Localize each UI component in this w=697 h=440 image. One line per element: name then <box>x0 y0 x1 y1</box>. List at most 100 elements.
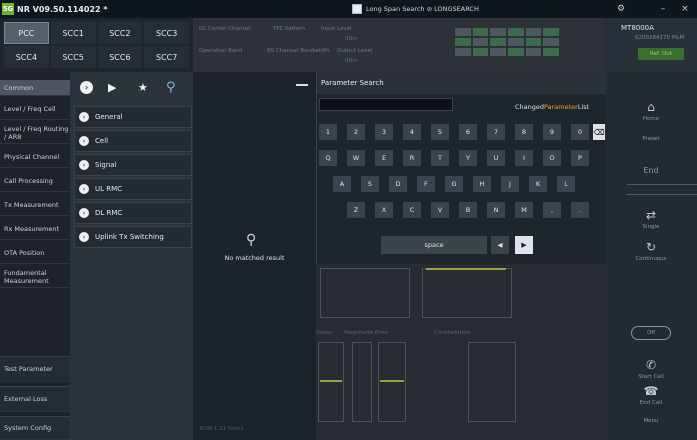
key-k[interactable]: K <box>529 176 547 192</box>
category-external-loss[interactable]: External Loss <box>0 386 70 412</box>
category-tx-measurement[interactable]: Tx Measurement <box>0 194 70 216</box>
play-list-icon[interactable]: ▶ <box>108 79 116 95</box>
right-arrow-key[interactable]: ▶ <box>515 236 533 254</box>
tab-scc4[interactable]: SCC4 <box>4 46 49 68</box>
key-p[interactable]: P <box>571 150 589 166</box>
key-e[interactable]: E <box>375 150 393 166</box>
key-f[interactable]: F <box>417 176 435 192</box>
off-toggle[interactable]: Off <box>631 326 671 340</box>
key-comma[interactable]: , <box>543 202 561 218</box>
key-z[interactable]: Z <box>347 202 365 218</box>
tab-scc1[interactable]: SCC1 <box>50 22 96 44</box>
key-a[interactable]: A <box>333 176 351 192</box>
end-button[interactable]: End <box>605 166 697 175</box>
key-6[interactable]: 6 <box>459 124 477 140</box>
end-call-button[interactable]: ☎ End Call <box>605 384 697 406</box>
gear-icon[interactable]: ⚙ <box>613 2 629 16</box>
category-physical-channel[interactable]: Physical Channel <box>0 146 70 168</box>
chevron-right-icon[interactable]: › <box>80 79 93 95</box>
submenu-item-signal[interactable]: › Signal <box>74 154 192 176</box>
tab-scc3[interactable]: SCC3 <box>144 22 189 44</box>
backspace-key[interactable]: ⌫ <box>593 124 605 140</box>
key-d[interactable]: D <box>389 176 407 192</box>
parameter-search-input[interactable] <box>319 98 453 111</box>
key-c[interactable]: C <box>403 202 421 218</box>
category-call-processing[interactable]: Call Processing <box>0 170 70 192</box>
continuous-button[interactable]: ↻ Continuous <box>605 240 697 262</box>
tab-scc2[interactable]: SCC2 <box>97 22 143 44</box>
key-m[interactable]: M <box>515 202 533 218</box>
key-4[interactable]: 4 <box>403 124 421 140</box>
key-5[interactable]: 5 <box>431 124 449 140</box>
menu-button[interactable]: Menu <box>605 418 697 424</box>
category-level-freq-routing[interactable]: Level / Freq Routing / AR8 <box>0 122 70 144</box>
key-v[interactable]: V <box>431 202 449 218</box>
key-3[interactable]: 3 <box>375 124 393 140</box>
left-arrow-key[interactable]: ◀ <box>491 236 509 254</box>
key-0[interactable]: 0 <box>571 124 589 140</box>
key-w[interactable]: W <box>347 150 365 166</box>
preset-label: Preset <box>642 136 660 142</box>
key-l[interactable]: L <box>557 176 575 192</box>
category-test-parameter[interactable]: Test Parameter <box>0 356 70 382</box>
key-h[interactable]: H <box>473 176 491 192</box>
home-button[interactable]: ⌂ Home <box>605 100 697 122</box>
key-r[interactable]: R <box>403 150 421 166</box>
dialog-minimize-icon[interactable] <box>296 84 308 86</box>
star-icon[interactable]: ★ <box>138 79 148 95</box>
graph-frame <box>318 342 344 422</box>
key-i[interactable]: I <box>515 150 533 166</box>
parameter-search-dialog: Parameter Search ChangedParameterList 1 … <box>316 72 606 264</box>
key-o[interactable]: O <box>543 150 561 166</box>
key-7[interactable]: 7 <box>487 124 505 140</box>
single-button[interactable]: ⇄ Single <box>605 208 697 230</box>
category-common[interactable]: Common <box>0 80 70 96</box>
key-g[interactable]: G <box>445 176 463 192</box>
category-ota-position[interactable]: OTA Position <box>0 242 70 264</box>
close-button[interactable]: × <box>676 2 694 16</box>
category-fundamental-measurement[interactable]: Fundamental Measurement <box>0 266 70 288</box>
tab-pcc[interactable]: PCC <box>4 22 49 44</box>
submenu-item-dl-rmc[interactable]: › DL RMC <box>74 202 192 224</box>
submenu-item-uplink-tx-switching[interactable]: › Uplink Tx Switching <box>74 226 192 248</box>
key-period[interactable]: . <box>571 202 589 218</box>
tab-scc6[interactable]: SCC6 <box>97 46 143 68</box>
key-j[interactable]: J <box>501 176 519 192</box>
dialog-title: Parameter Search <box>321 79 384 87</box>
key-b[interactable]: B <box>459 202 477 218</box>
changed-highlight: Parameter <box>544 103 578 111</box>
changed-parameter-list-button[interactable]: ChangedParameterList <box>515 103 589 111</box>
search-icon[interactable]: ⚲ <box>166 79 176 95</box>
submenu-item-general[interactable]: › General <box>74 106 192 128</box>
category-system-config[interactable]: System Config <box>0 416 70 440</box>
category-rx-measurement[interactable]: Rx Measurement <box>0 218 70 240</box>
key-x[interactable]: X <box>375 202 393 218</box>
key-q[interactable]: Q <box>319 150 337 166</box>
key-y[interactable]: Y <box>459 150 477 166</box>
space-key[interactable]: space <box>381 236 487 254</box>
preset-button[interactable]: Preset <box>605 136 697 142</box>
tab-scc7[interactable]: SCC7 <box>144 46 189 68</box>
key-8[interactable]: 8 <box>515 124 533 140</box>
long-span-search-indicator[interactable]: Long Span Search ⊘ LONGSEARCH <box>352 3 479 15</box>
key-9[interactable]: 9 <box>543 124 561 140</box>
tab-scc5[interactable]: SCC5 <box>50 46 96 68</box>
submenu-toolbar: › ▶ ★ ⚲ <box>70 72 193 102</box>
category-sidebar: Common Level / Freq Cell Level / Freq Ro… <box>0 72 70 440</box>
start-call-button[interactable]: ✆ Start Call <box>605 358 697 380</box>
continuous-label: Continuous <box>635 256 667 262</box>
submenu-item-ul-rmc[interactable]: › UL RMC <box>74 178 192 200</box>
submenu-item-label: DL RMC <box>95 209 123 217</box>
evm-readout: EVM 1.21 %rms <box>200 426 244 432</box>
key-s[interactable]: S <box>361 176 379 192</box>
key-u[interactable]: U <box>487 150 505 166</box>
chevron-right-icon: › <box>79 160 89 170</box>
graph-frame <box>352 342 372 422</box>
key-t[interactable]: T <box>431 150 449 166</box>
submenu-item-cell[interactable]: › Cell <box>74 130 192 152</box>
key-1[interactable]: 1 <box>319 124 337 140</box>
key-2[interactable]: 2 <box>347 124 365 140</box>
minimize-button[interactable]: – <box>655 2 671 16</box>
key-n[interactable]: N <box>487 202 505 218</box>
category-level-freq-cell[interactable]: Level / Freq Cell <box>0 98 70 120</box>
